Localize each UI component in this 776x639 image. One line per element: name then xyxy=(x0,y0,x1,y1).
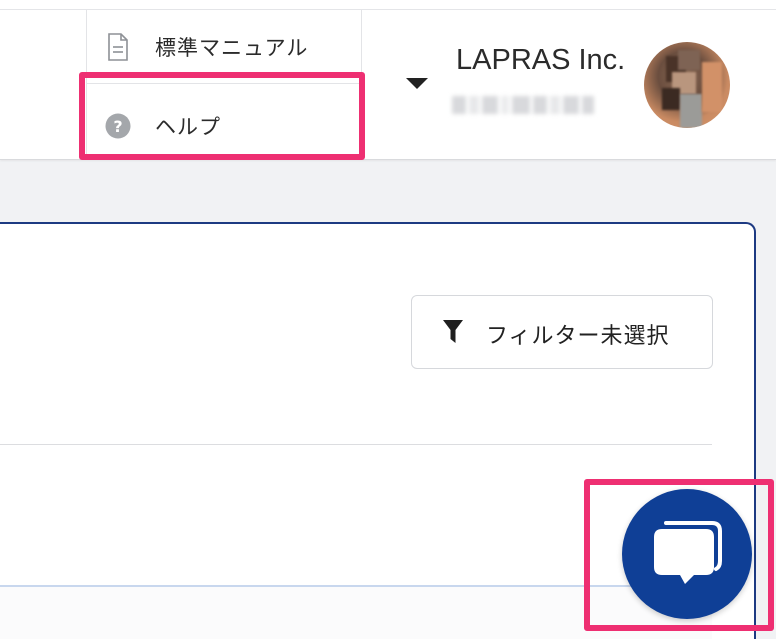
filter-button[interactable]: フィルター未選択 xyxy=(411,295,713,369)
caret-down-icon[interactable] xyxy=(406,78,428,89)
chat-highlight-box xyxy=(584,479,774,631)
filter-button-label: フィルター未選択 xyxy=(486,324,670,349)
account-menu[interactable]: LAPRAS Inc. xyxy=(400,30,776,140)
company-name: LAPRAS Inc. xyxy=(456,44,626,76)
avatar[interactable] xyxy=(644,42,730,128)
filter-icon xyxy=(442,319,464,345)
document-icon xyxy=(105,32,131,61)
header-top-line xyxy=(0,0,776,10)
user-subtext-redacted xyxy=(452,94,594,116)
help-highlight-box xyxy=(79,72,365,160)
section-divider xyxy=(0,444,712,445)
menu-item-manual-label: 標準マニュアル xyxy=(155,35,309,60)
